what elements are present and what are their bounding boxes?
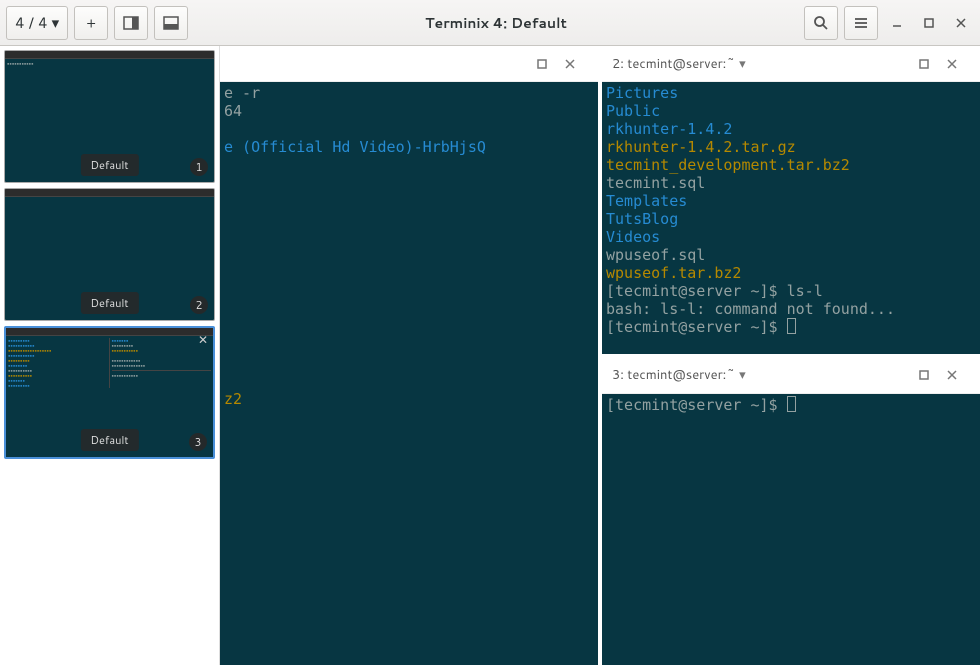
session-thumb-3[interactable]: ✕ ▪▪▪▪▪▪▪▪▪▪▪▪▪▪▪▪▪▪▪▪▪▪▪▪▪▪▪▪▪▪▪▪▪▪▪▪▪▪… [4, 326, 215, 459]
right-panes: 2: tecmint@server:~ ▾ Pictures Public rk… [602, 46, 980, 665]
session-count: 4 / 4 [15, 12, 48, 33]
header-bar: 4 / 4 ▾ + Terminix 4: Default [0, 0, 980, 46]
top-right-pane: 2: tecmint@server:~ ▾ Pictures Public rk… [602, 46, 980, 354]
pane-maximize-button[interactable] [918, 369, 942, 381]
pane-close-button[interactable] [564, 58, 588, 70]
session-name: Default [80, 292, 138, 314]
pane-header-left [220, 46, 598, 82]
session-selector[interactable]: 4 / 4 ▾ [6, 6, 68, 40]
split-down-button[interactable] [154, 6, 188, 40]
session-number: 1 [190, 158, 208, 176]
bottom-right-pane: 3: tecmint@server:~ ▾ [tecmint@server ~]… [602, 358, 980, 665]
plus-icon: + [86, 13, 96, 33]
terminal-top-right[interactable]: Pictures Public rkhunter-1.4.2 rkhunter-… [602, 82, 980, 354]
maximize-button[interactable] [916, 10, 942, 36]
close-icon [955, 17, 967, 29]
menu-button[interactable] [844, 6, 878, 40]
session-name: Default [80, 429, 138, 451]
chevron-down-icon[interactable]: ▾ [739, 55, 746, 73]
pane-header-top-right: 2: tecmint@server:~ ▾ [602, 46, 980, 82]
chevron-down-icon: ▾ [52, 12, 60, 33]
session-number: 2 [190, 296, 208, 314]
split-right-icon [123, 15, 139, 31]
close-icon [946, 369, 958, 381]
pane-title: 3: tecmint@server:~ [612, 366, 735, 384]
session-number: 3 [189, 433, 207, 451]
maximize-icon [923, 17, 935, 29]
left-pane: e -r 64 e (Official Hd Video)-HrbHjsQ z2 [220, 46, 598, 665]
window-title: Terminix 4: Default [194, 13, 798, 33]
pane-maximize-button[interactable] [536, 58, 560, 70]
session-name: Default [80, 154, 138, 176]
terminal-panes: e -r 64 e (Official Hd Video)-HrbHjsQ z2… [220, 46, 980, 665]
session-thumb-2[interactable]: Default 2 [4, 188, 215, 321]
content-area: ▪▪▪▪▪▪▪▪▪▪▪ Default 1 Default 2 ✕ ▪▪▪▪▪▪… [0, 46, 980, 665]
pane-close-button[interactable] [946, 369, 970, 381]
split-down-icon [163, 15, 179, 31]
search-button[interactable] [804, 6, 838, 40]
search-icon [813, 15, 829, 31]
new-session-button[interactable]: + [74, 6, 108, 40]
terminal-left[interactable]: e -r 64 e (Official Hd Video)-HrbHjsQ z2 [220, 82, 598, 665]
close-icon [564, 58, 576, 70]
pane-close-button[interactable] [946, 58, 970, 70]
pane-maximize-button[interactable] [918, 58, 942, 70]
pane-header-bottom-right: 3: tecmint@server:~ ▾ [602, 358, 980, 394]
maximize-icon [918, 369, 930, 381]
header-right [804, 6, 974, 40]
hamburger-icon [853, 15, 869, 31]
pane-title: 2: tecmint@server:~ [612, 55, 735, 73]
session-thumb-1[interactable]: ▪▪▪▪▪▪▪▪▪▪▪ Default 1 [4, 50, 215, 183]
minimize-button[interactable] [884, 10, 910, 36]
terminal-bottom-right[interactable]: [tecmint@server ~]$ [602, 394, 980, 665]
chevron-down-icon[interactable]: ▾ [739, 366, 746, 384]
split-right-button[interactable] [114, 6, 148, 40]
close-icon [946, 58, 958, 70]
session-sidebar: ▪▪▪▪▪▪▪▪▪▪▪ Default 1 Default 2 ✕ ▪▪▪▪▪▪… [0, 46, 220, 665]
minimize-icon [891, 17, 903, 29]
maximize-icon [536, 58, 548, 70]
thumb-close-icon[interactable]: ✕ [198, 331, 208, 348]
maximize-icon [918, 58, 930, 70]
close-button[interactable] [948, 10, 974, 36]
